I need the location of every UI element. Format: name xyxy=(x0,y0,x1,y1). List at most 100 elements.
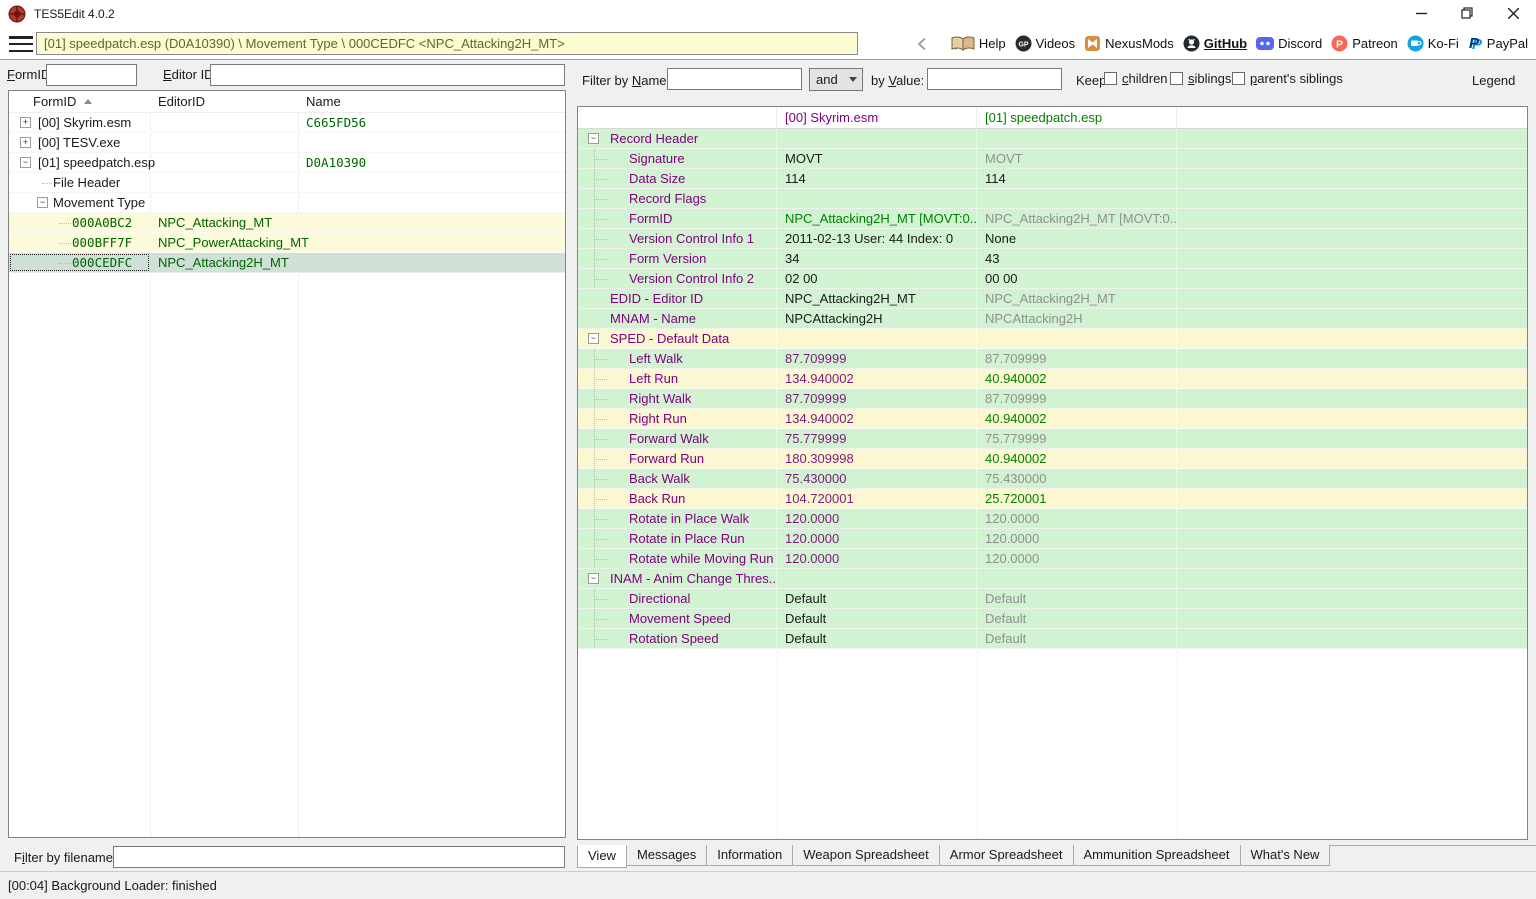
view-cell-override-value[interactable]: Default xyxy=(977,609,1177,628)
view-cell-override-value[interactable]: 43 xyxy=(977,249,1177,268)
view-cell-master-value[interactable]: 02 00 xyxy=(777,269,977,288)
view-row[interactable]: Back Run104.72000125.720001 xyxy=(578,489,1527,509)
view-row[interactable]: Rotate in Place Walk120.0000120.0000 xyxy=(578,509,1527,529)
view-cell-label[interactable]: Back Walk xyxy=(578,469,777,488)
tree-cell-formid[interactable]: +[00] Skyrim.esm xyxy=(9,113,150,132)
view-cell-label[interactable]: Directional xyxy=(578,589,777,608)
view-row[interactable]: Left Walk87.70999987.709999 xyxy=(578,349,1527,369)
tree-row[interactable]: 000A0BC2NPC_Attacking_MT xyxy=(9,213,565,233)
view-cell-label[interactable]: Signature xyxy=(578,149,777,168)
view-cell-label[interactable]: MNAM - Name xyxy=(578,309,777,328)
toolbar-link-discord[interactable]: Discord xyxy=(1256,36,1322,51)
view-cell-master-value[interactable] xyxy=(777,569,977,588)
view-cell-master-value[interactable] xyxy=(777,329,977,348)
view-row[interactable]: Rotate in Place Run120.0000120.0000 xyxy=(578,529,1527,549)
view-cell-override-value[interactable]: 75.430000 xyxy=(977,469,1177,488)
view-cell-master-value[interactable]: Default xyxy=(777,629,977,648)
tree-row[interactable]: −[01] speedpatch.espD0A10390 xyxy=(9,153,565,173)
tree-cell-editorid[interactable]: NPC_Attacking_MT xyxy=(150,215,298,230)
filename-filter-input[interactable] xyxy=(113,846,565,868)
tree-cell-name[interactable]: C665FD56 xyxy=(298,115,565,130)
view-cell-override-value[interactable]: 75.779999 xyxy=(977,429,1177,448)
view-row[interactable]: −SPED - Default Data xyxy=(578,329,1527,349)
toolbar-link-videos[interactable]: GPVideos xyxy=(1015,35,1076,52)
view-cell-label[interactable]: Left Walk xyxy=(578,349,777,368)
tree-row[interactable]: File Header xyxy=(9,173,565,193)
tree-row[interactable]: +[00] Skyrim.esm C665FD56 xyxy=(9,113,565,133)
view-cell-override-value[interactable] xyxy=(977,129,1177,148)
view-cell-label[interactable]: Version Control Info 2 xyxy=(578,269,777,288)
view-row[interactable]: Forward Walk75.77999975.779999 xyxy=(578,429,1527,449)
view-cell-master-value[interactable]: NPCAttacking2H xyxy=(777,309,977,328)
view-cell-label[interactable]: Form Version xyxy=(578,249,777,268)
view-cell-label[interactable]: Left Run xyxy=(578,369,777,388)
filter-operator-select[interactable]: and xyxy=(809,68,863,91)
view-column-header-0[interactable] xyxy=(578,107,777,128)
view-row[interactable]: Back Walk75.43000075.430000 xyxy=(578,469,1527,489)
view-cell-label[interactable]: Forward Run xyxy=(578,449,777,468)
view-cell-label[interactable]: Rotation Speed xyxy=(578,629,777,648)
keep-siblings-checkbox[interactable]: siblings xyxy=(1170,71,1231,86)
toolbar-link-paypal[interactable]: PPPayPal xyxy=(1468,35,1528,52)
view-cell-master-value[interactable]: NPC_Attacking2H_MT xyxy=(777,289,977,308)
editorid-filter-input[interactable] xyxy=(210,64,565,86)
view-cell-override-value[interactable]: 120.0000 xyxy=(977,509,1177,528)
tree-cell-formid[interactable]: 000BFF7F xyxy=(9,233,150,252)
view-cell-master-value[interactable]: MOVT xyxy=(777,149,977,168)
collapse-icon[interactable]: − xyxy=(37,197,48,208)
tree-row[interactable]: −Movement Type xyxy=(9,193,565,213)
view-cell-override-value[interactable]: 87.709999 xyxy=(977,349,1177,368)
view-cell-master-value[interactable]: 75.430000 xyxy=(777,469,977,488)
view-row[interactable]: MNAM - NameNPCAttacking2HNPCAttacking2H xyxy=(578,309,1527,329)
tree-row[interactable]: +[00] TESV.exe xyxy=(9,133,565,153)
view-cell-label[interactable]: Data Size xyxy=(578,169,777,188)
formid-filter-input[interactable] xyxy=(46,64,137,86)
tree-row[interactable]: 000BFF7FNPC_PowerAttacking_MT xyxy=(9,233,565,253)
tree-cell-editorid[interactable]: NPC_PowerAttacking_MT xyxy=(150,235,298,250)
view-cell-master-value[interactable]: 87.709999 xyxy=(777,389,977,408)
keep-parent-s-siblings-checkbox[interactable]: parent's siblings xyxy=(1232,71,1343,86)
view-cell-label[interactable]: Version Control Info 1 xyxy=(578,229,777,248)
view-cell-label[interactable]: Forward Walk xyxy=(578,429,777,448)
view-column-header-1[interactable]: [00] Skyrim.esm xyxy=(777,107,977,128)
close-button[interactable] xyxy=(1490,0,1536,28)
tree-column-name[interactable]: Name xyxy=(298,91,565,112)
tree-column-editorid[interactable]: EditorID xyxy=(150,91,298,112)
view-row[interactable]: Version Control Info 12011-02-13 User: 4… xyxy=(578,229,1527,249)
view-cell-label[interactable]: −Record Header xyxy=(578,129,777,148)
tab-what-s-new[interactable]: What's New xyxy=(1240,845,1331,866)
filter-by-value-input[interactable] xyxy=(927,68,1062,90)
tab-messages[interactable]: Messages xyxy=(626,845,707,866)
collapse-icon[interactable]: − xyxy=(588,333,599,344)
view-cell-override-value[interactable]: NPCAttacking2H xyxy=(977,309,1177,328)
view-cell-master-value[interactable]: 114 xyxy=(777,169,977,188)
view-cell-master-value[interactable]: 87.709999 xyxy=(777,349,977,368)
view-cell-override-value[interactable]: 40.940002 xyxy=(977,369,1177,388)
view-row[interactable]: Rotation SpeedDefaultDefault xyxy=(578,629,1527,649)
view-cell-master-value[interactable]: 120.0000 xyxy=(777,509,977,528)
view-row[interactable]: −INAM - Anim Change Thres... xyxy=(578,569,1527,589)
view-cell-override-value[interactable] xyxy=(977,329,1177,348)
expand-icon[interactable]: + xyxy=(20,137,31,148)
view-cell-label[interactable]: Right Run xyxy=(578,409,777,428)
collapse-icon[interactable]: − xyxy=(588,133,599,144)
view-cell-override-value[interactable]: 114 xyxy=(977,169,1177,188)
view-cell-master-value[interactable]: 104.720001 xyxy=(777,489,977,508)
view-cell-master-value[interactable]: 134.940002 xyxy=(777,409,977,428)
view-cell-override-value[interactable]: Default xyxy=(977,589,1177,608)
view-row[interactable]: Right Run134.94000240.940002 xyxy=(578,409,1527,429)
view-row[interactable]: Version Control Info 202 0000 00 xyxy=(578,269,1527,289)
view-cell-override-value[interactable]: Default xyxy=(977,629,1177,648)
tree-column-formid[interactable]: FormID xyxy=(9,91,150,112)
minimize-button[interactable] xyxy=(1398,0,1444,28)
tree-cell-formid[interactable]: +[00] TESV.exe xyxy=(9,133,150,152)
view-cell-master-value[interactable]: 134.940002 xyxy=(777,369,977,388)
view-cell-master-value[interactable]: 34 xyxy=(777,249,977,268)
view-cell-label[interactable]: −SPED - Default Data xyxy=(578,329,777,348)
view-row[interactable]: Data Size114114 xyxy=(578,169,1527,189)
tree-cell-name[interactable]: D0A10390 xyxy=(298,155,565,170)
tab-information[interactable]: Information xyxy=(706,845,793,866)
view-cell-override-value[interactable]: NPC_Attacking2H_MT xyxy=(977,289,1177,308)
view-column-header-3[interactable] xyxy=(1177,107,1527,128)
view-cell-override-value[interactable]: MOVT xyxy=(977,149,1177,168)
